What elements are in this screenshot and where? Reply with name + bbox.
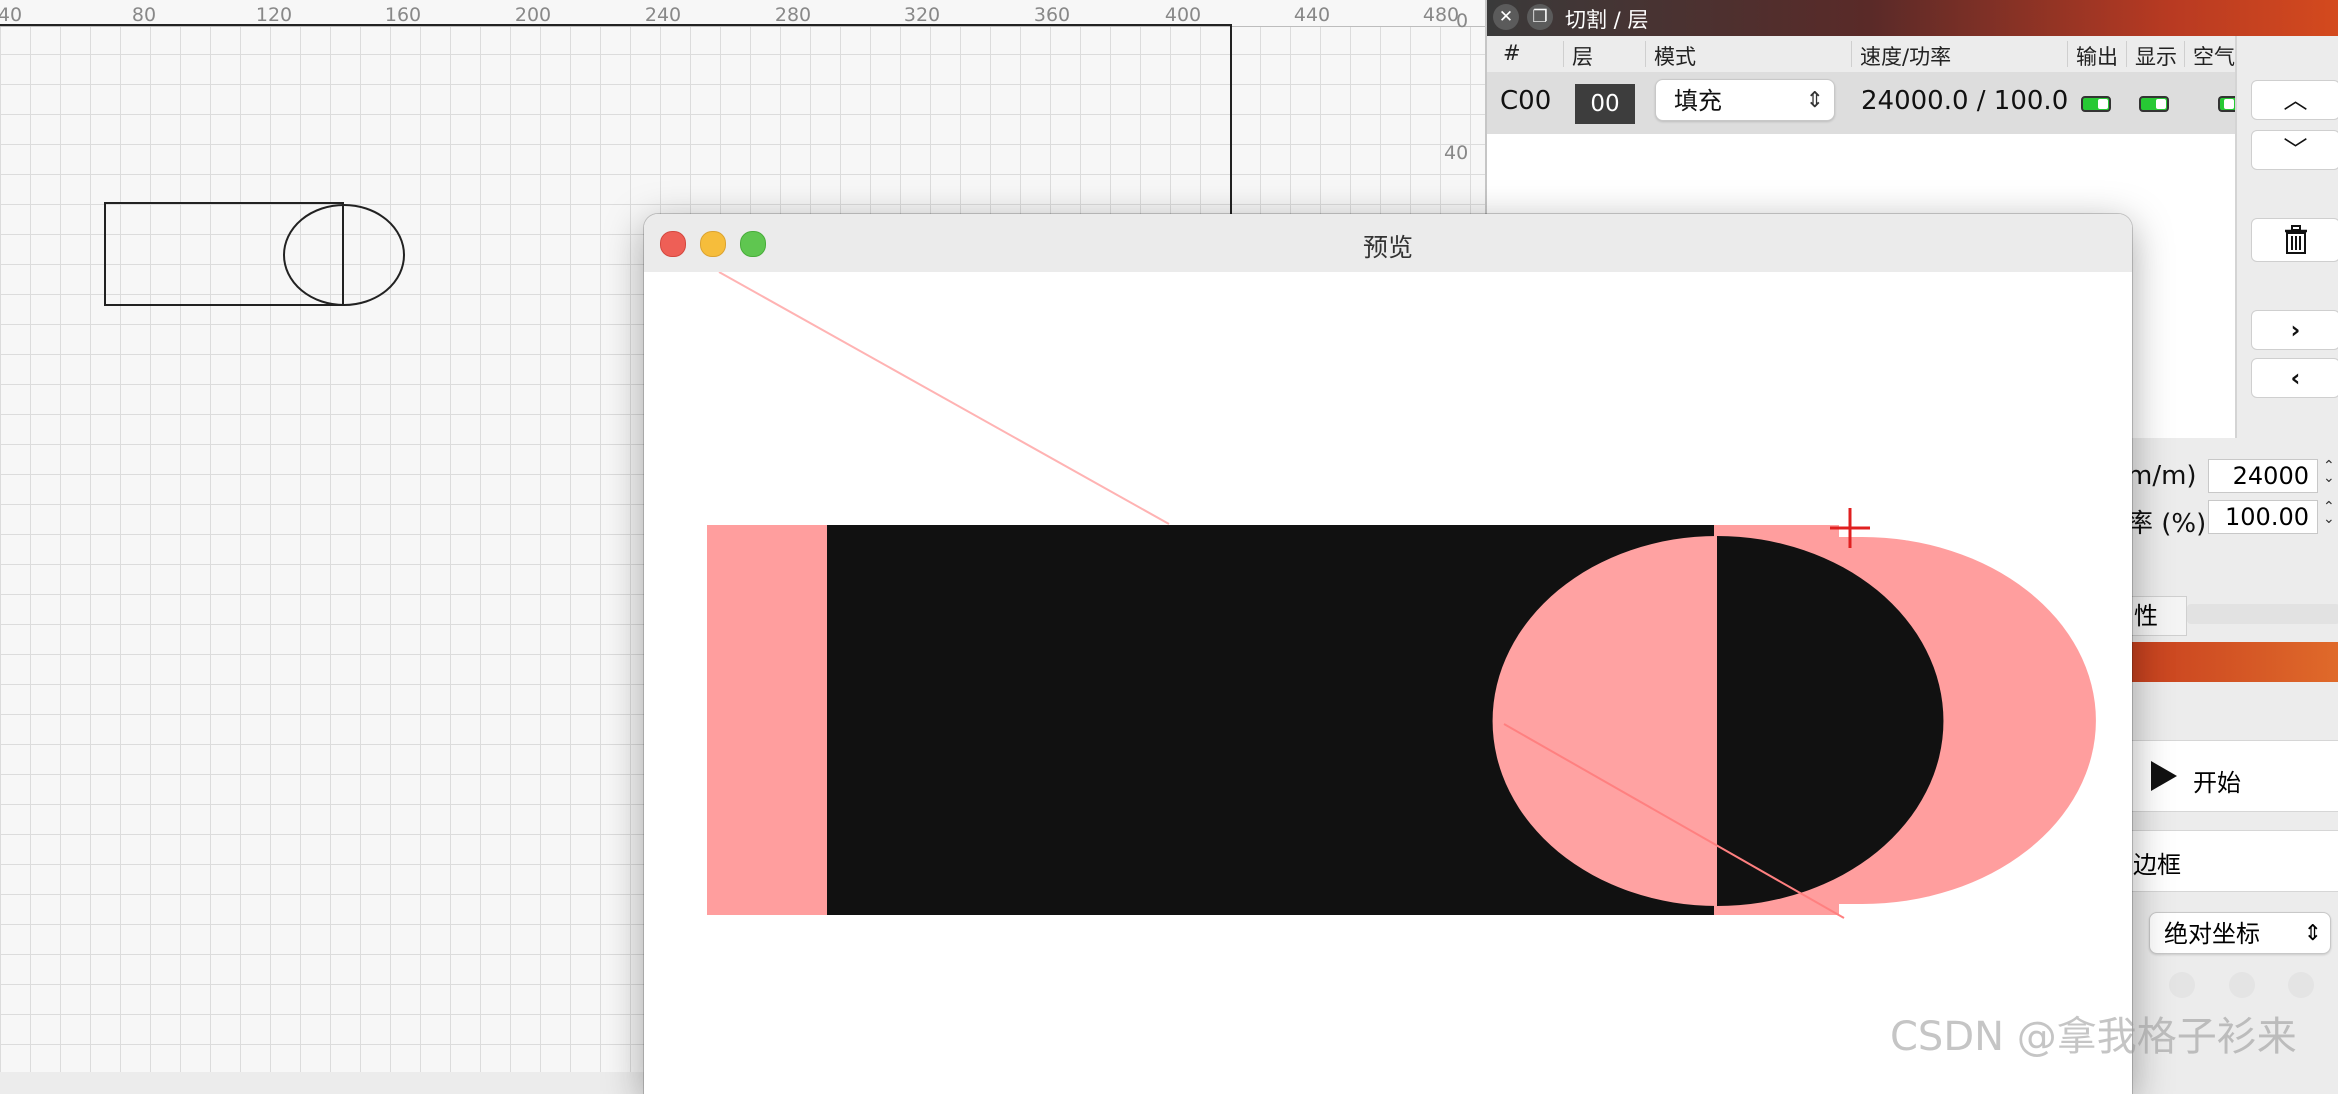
move-up-button[interactable]: ︿ — [2251, 80, 2338, 120]
speed-input[interactable]: 24000 — [2208, 459, 2318, 493]
jog-dot[interactable] — [2288, 972, 2314, 998]
chevron-down-icon: ﹀ — [2283, 136, 2308, 164]
preview-titlebar[interactable]: 预览 — [644, 214, 2132, 273]
toolpath-preview — [707, 271, 2096, 919]
column-header: # — [1503, 41, 1521, 65]
layer-color-swatch[interactable]: 00 — [1575, 84, 1635, 124]
panel-title: 切割 / 层 — [1565, 8, 1649, 32]
design-rectangle — [104, 202, 344, 306]
preview-window: 预览 — [644, 214, 2132, 1094]
layer-id: C00 — [1500, 86, 1552, 116]
chevron-up-icon: ︿ — [2283, 86, 2308, 114]
air-toggle[interactable] — [2218, 96, 2235, 112]
chevron-left-icon: ‹ — [2290, 364, 2301, 392]
chevron-updown-icon: ⇕ — [2303, 921, 2322, 946]
move-down-button[interactable]: ﹀ — [2251, 130, 2338, 170]
side-ruler-tick: 0 — [1456, 10, 1469, 32]
panel-divider — [2235, 36, 2237, 438]
properties-tab[interactable]: 性 — [2127, 596, 2187, 636]
show-toggle[interactable] — [2139, 96, 2169, 112]
column-header: 输出 — [2067, 41, 2118, 69]
trash-icon — [2284, 225, 2307, 254]
ruler-tick: 440 — [1293, 4, 1331, 26]
jog-dot[interactable] — [2229, 972, 2255, 998]
start-button[interactable]: 开始 — [2127, 740, 2338, 812]
side-ruler-tick: 40 — [1444, 142, 1469, 164]
frame-button[interactable]: 边框 — [2127, 830, 2338, 892]
chevron-updown-icon: ⇕ — [1805, 88, 1824, 113]
expand-button[interactable]: › — [2251, 310, 2338, 350]
layer-row[interactable]: C00 00 填充 ⇕ 24000.0 / 100.0 — [1487, 72, 2235, 134]
coordinate-mode-value: 绝对坐标 — [2164, 920, 2260, 948]
watermark: CSDN @拿我格子衫来 — [1890, 1014, 2297, 1060]
frame-label: 边框 — [2133, 851, 2181, 879]
delete-layer-button[interactable] — [2251, 218, 2338, 262]
ruler-tick: 480 — [1422, 4, 1460, 26]
collapse-button[interactable]: ‹ — [2251, 358, 2338, 398]
column-header: 空气 — [2184, 41, 2235, 69]
layers-table-header: # 层 模式 速度/功率 输出 显示 空气 — [1487, 36, 2235, 72]
overscan-left — [707, 525, 833, 915]
close-icon[interactable]: ✕ — [1493, 4, 1519, 30]
chevron-right-icon: › — [2290, 316, 2301, 344]
power-input[interactable]: 100.00 — [2208, 500, 2318, 534]
jog-dot[interactable] — [2169, 972, 2195, 998]
laser-panel-titlebar — [2127, 642, 2338, 682]
output-toggle[interactable] — [2081, 96, 2111, 112]
speed-stepper[interactable]: ⌃ ⌄ — [2323, 459, 2335, 485]
coordinate-mode-select[interactable]: 绝对坐标 ⇕ — [2149, 912, 2331, 954]
preview-canvas[interactable] — [644, 271, 2132, 1094]
power-label: 率 (%) — [2127, 509, 2207, 539]
play-icon — [2151, 761, 2177, 791]
column-header: 模式 — [1645, 41, 1696, 69]
power-stepper[interactable]: ⌃ ⌄ — [2323, 500, 2335, 526]
start-label: 开始 — [2193, 769, 2241, 797]
speed-label: m/m) — [2127, 461, 2197, 491]
tab-bar-rest — [2187, 604, 2338, 624]
float-icon[interactable]: ❐ — [1527, 4, 1553, 30]
column-header: 层 — [1563, 41, 1593, 69]
travel-line — [718, 271, 1170, 525]
column-header: 速度/功率 — [1851, 41, 1951, 69]
column-header: 显示 — [2126, 41, 2177, 69]
speed-power-value: 24000.0 / 100.0 — [1861, 86, 2069, 116]
mode-select[interactable]: 填充 ⇕ — [1655, 79, 1835, 121]
preview-title: 预览 — [1362, 233, 1413, 262]
mode-value: 填充 — [1674, 87, 1722, 115]
panel-titlebar: ✕ ❐ 切割 / 层 — [1487, 0, 2338, 36]
